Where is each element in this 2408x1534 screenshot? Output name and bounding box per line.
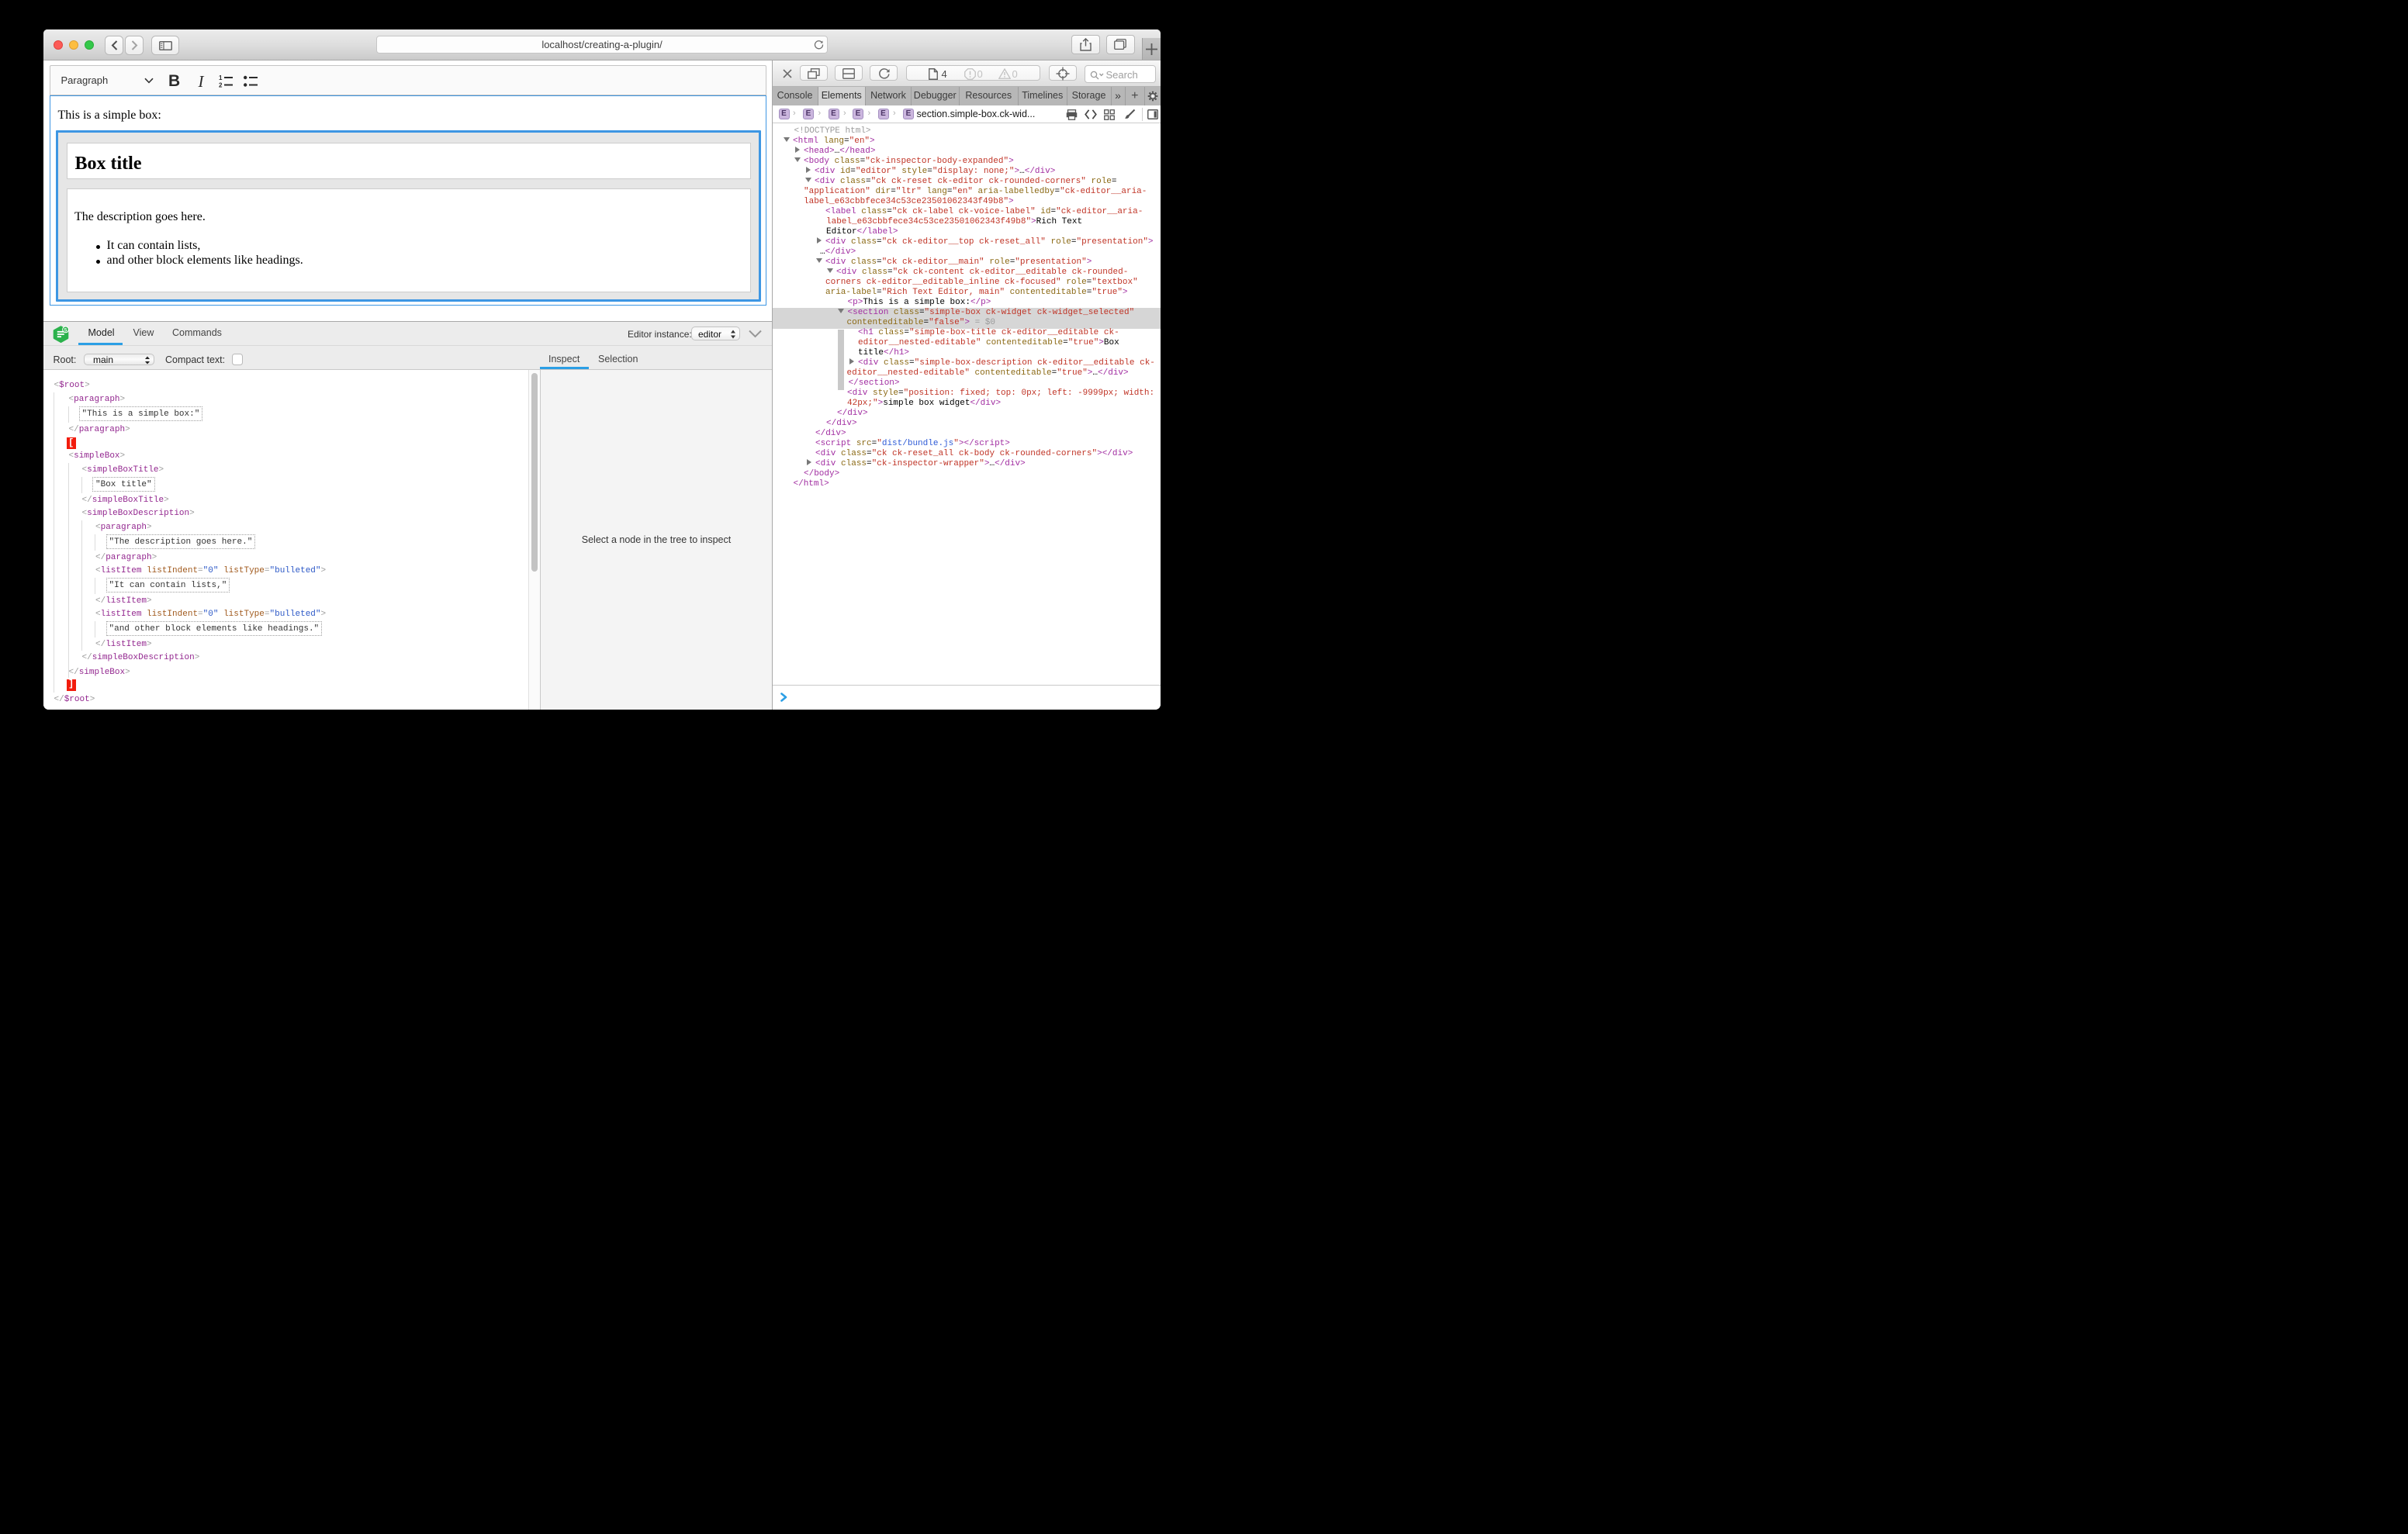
- svg-text:2: 2: [219, 82, 223, 88]
- svg-text:1: 1: [219, 74, 223, 81]
- svg-text:5: 5: [64, 327, 67, 333]
